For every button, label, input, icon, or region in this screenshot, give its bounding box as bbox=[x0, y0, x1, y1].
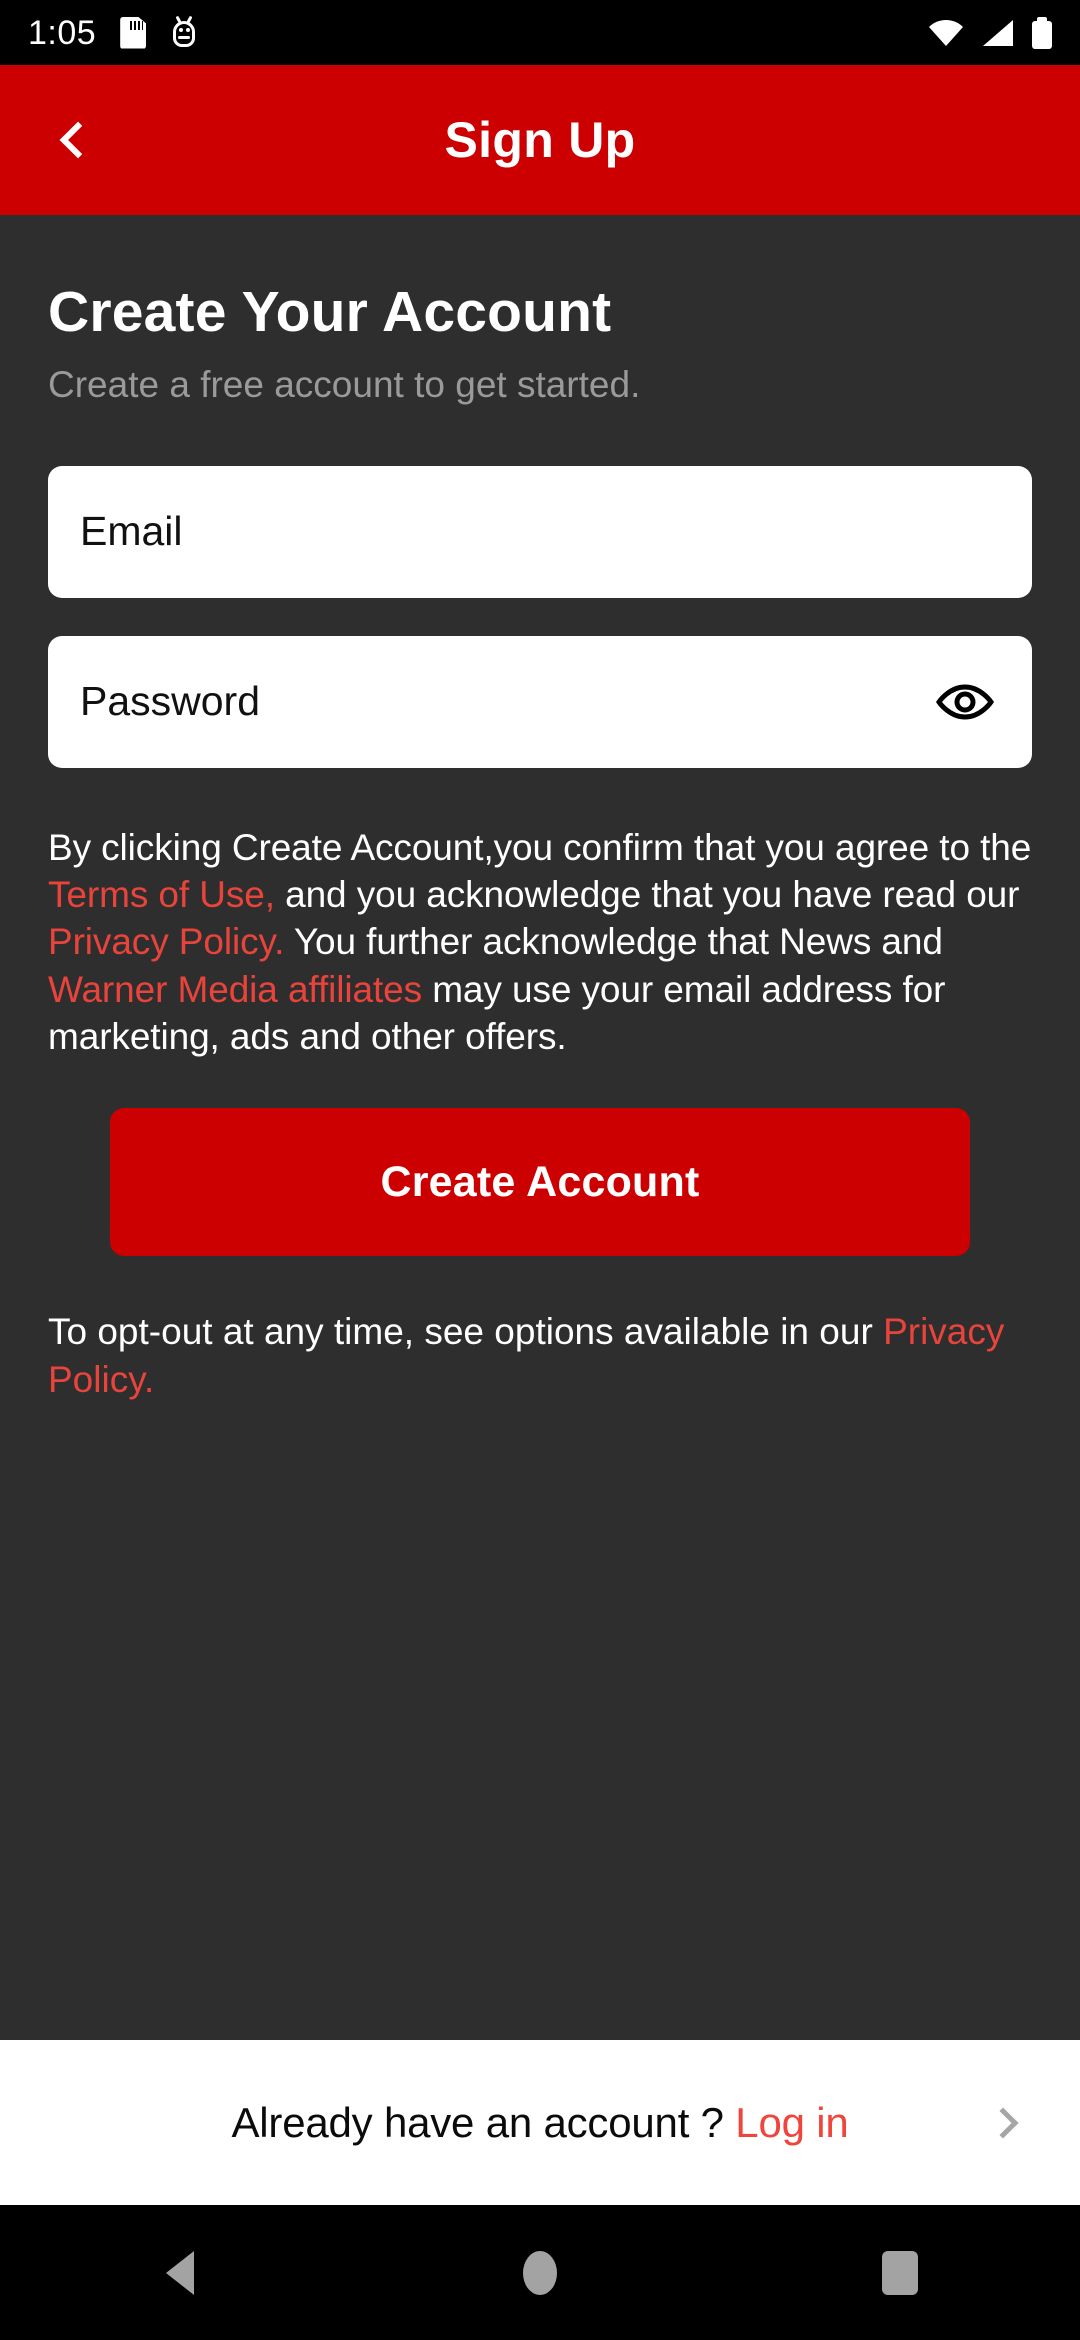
email-field[interactable]: Email bbox=[48, 465, 1032, 598]
privacy-policy-link[interactable]: Privacy Policy. bbox=[48, 921, 284, 962]
password-field-placeholder: Password bbox=[80, 678, 261, 725]
page-title-header: Sign Up bbox=[444, 112, 636, 168]
wifi-icon bbox=[928, 19, 964, 47]
chevron-right-icon bbox=[987, 2106, 1019, 2139]
warner-media-affiliates-link[interactable]: Warner Media affiliates bbox=[48, 969, 422, 1010]
login-bar-chevron[interactable] bbox=[984, 2101, 1028, 2145]
cellular-signal-icon bbox=[981, 19, 1015, 47]
status-bar-left: 1:05 bbox=[28, 13, 198, 52]
legal-text-part2: and you acknowledge that you have read o… bbox=[274, 873, 1020, 915]
nav-home-button[interactable] bbox=[465, 2205, 615, 2340]
status-bar-right bbox=[928, 16, 1052, 49]
legal-text-part1: By clicking Create Account,you confirm t… bbox=[48, 826, 1032, 868]
legal-disclaimer: By clicking Create Account,you confirm t… bbox=[48, 824, 1032, 1061]
back-button[interactable] bbox=[38, 104, 110, 176]
optout-text: To opt-out at any time, see options avai… bbox=[48, 1308, 1032, 1403]
login-prompt: Already have an account ? Log in bbox=[231, 2099, 848, 2147]
app-header: Sign Up bbox=[0, 65, 1080, 215]
chevron-left-icon bbox=[59, 121, 97, 159]
sd-card-icon bbox=[120, 16, 147, 49]
content-area: Create Your Account Create a free accoun… bbox=[0, 215, 1080, 2040]
legal-text-part3: You further acknowledge that News and bbox=[284, 921, 943, 963]
circle-home-icon bbox=[523, 2250, 557, 2295]
log-in-link[interactable]: Log in bbox=[735, 2099, 848, 2146]
email-field-placeholder: Email bbox=[80, 508, 183, 555]
status-bar: 1:05 bbox=[0, 0, 1080, 65]
eye-icon[interactable] bbox=[934, 680, 996, 724]
login-prompt-text: Already have an account ? bbox=[231, 2098, 724, 2146]
android-bug-icon bbox=[170, 15, 198, 49]
page-title: Create Your Account bbox=[48, 280, 612, 344]
status-time: 1:05 bbox=[28, 13, 97, 52]
triangle-back-icon bbox=[166, 2250, 194, 2295]
battery-icon bbox=[1032, 16, 1052, 49]
create-account-button[interactable]: Create Account bbox=[110, 1108, 970, 1257]
app-screen: 1:05 Sign Up Create Your Account Create … bbox=[0, 0, 1080, 2340]
nav-back-button[interactable] bbox=[105, 2205, 255, 2340]
terms-of-use-link[interactable]: Terms of Use, bbox=[48, 874, 275, 915]
android-nav-bar bbox=[0, 2205, 1080, 2340]
nav-recents-button[interactable] bbox=[825, 2205, 975, 2340]
password-field[interactable]: Password bbox=[48, 635, 1032, 768]
login-bar[interactable]: Already have an account ? Log in bbox=[0, 2040, 1080, 2205]
page-subtitle: Create a free account to get started. bbox=[48, 363, 641, 405]
optout-text-part1: To opt-out at any time, see options avai… bbox=[48, 1311, 884, 1353]
cta-container: Create Account bbox=[48, 1108, 1032, 1257]
square-recents-icon bbox=[882, 2250, 918, 2295]
